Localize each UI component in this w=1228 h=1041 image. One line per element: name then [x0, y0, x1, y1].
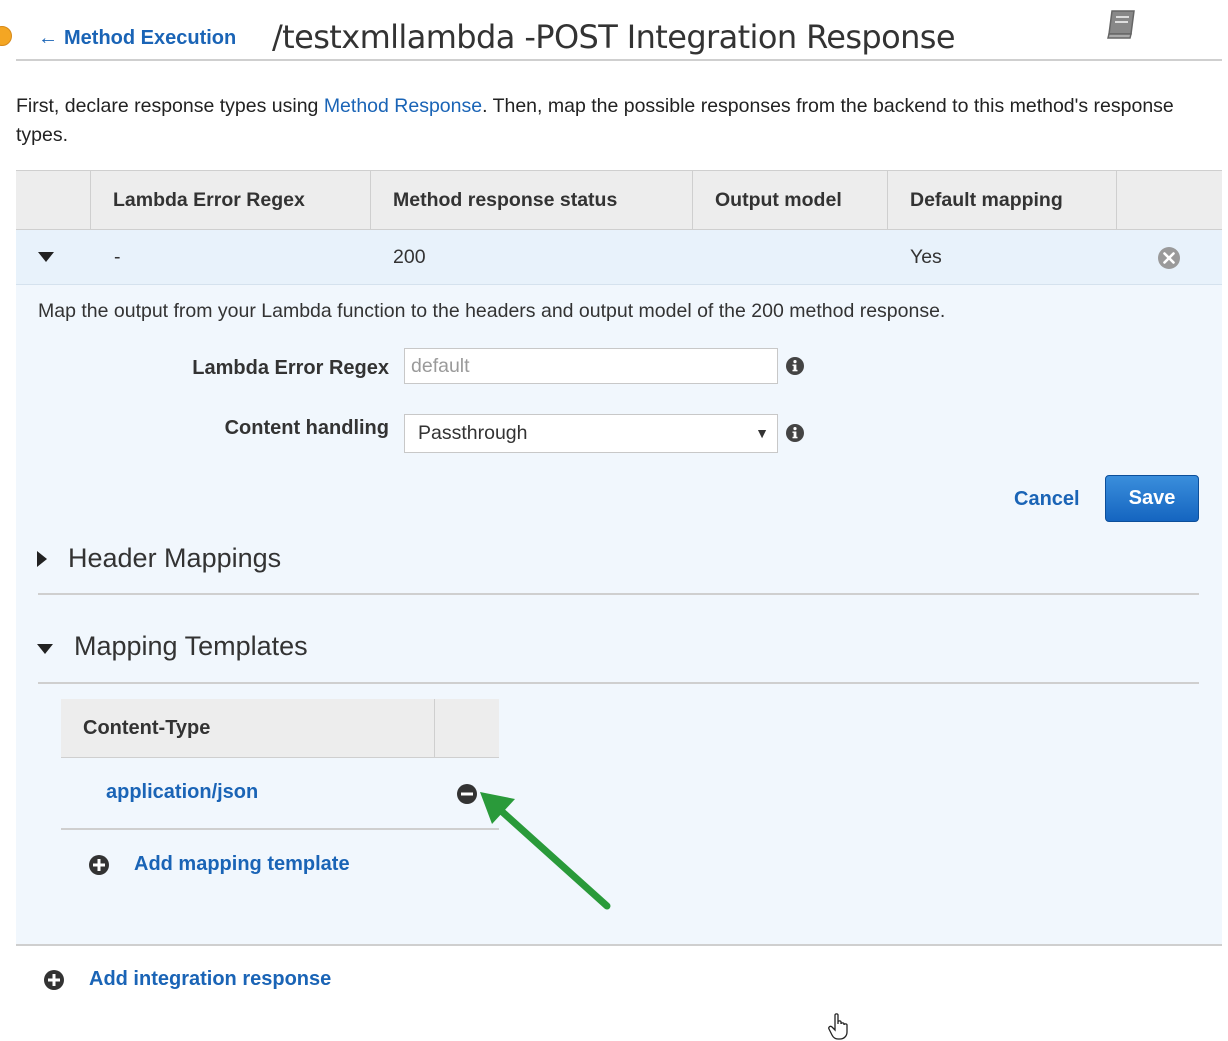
method-response-link[interactable]: Method Response: [324, 95, 482, 117]
info-icon[interactable]: [785, 423, 805, 443]
panel-description: Map the output from your Lambda function…: [38, 300, 946, 322]
column-header-output-model: Output model: [692, 171, 887, 229]
chevron-right-icon[interactable]: [37, 551, 47, 567]
add-integration-response-link[interactable]: Add integration response: [89, 968, 331, 991]
book-icon[interactable]: [1104, 8, 1138, 40]
page-title: /testxmllambda -POST Integration Respons…: [272, 18, 956, 56]
mapping-templates-toggle[interactable]: Mapping Templates: [74, 631, 308, 662]
plus-circle-icon[interactable]: [43, 969, 65, 991]
column-header-default-mapping: Default mapping: [887, 171, 1116, 229]
row-default-mapping: Yes: [910, 246, 942, 268]
content-type-table-header: Content-Type: [61, 699, 499, 758]
save-button[interactable]: Save: [1105, 475, 1199, 522]
column-header-method-response-status: Method response status: [370, 171, 692, 229]
content-handling-label: Content handling: [224, 417, 389, 439]
method-execution-back-link[interactable]: ← Method Execution: [38, 27, 236, 50]
responses-table-header: Lambda Error Regex Method response statu…: [16, 170, 1222, 230]
chevron-down-icon[interactable]: [37, 644, 53, 654]
lambda-error-regex-label: Lambda Error Regex: [192, 357, 389, 379]
hand-cursor-icon: [828, 1013, 848, 1040]
row-lambda-error-regex: -: [114, 246, 121, 268]
content-handling-select[interactable]: Passthrough ▼: [404, 414, 778, 453]
row-method-response-status: 200: [393, 246, 426, 268]
section-divider: [38, 593, 1199, 595]
arrow-left-icon: ←: [38, 27, 58, 49]
content-handling-value: Passthrough: [418, 422, 528, 444]
info-icon[interactable]: [785, 356, 805, 376]
add-mapping-template-link[interactable]: Add mapping template: [134, 853, 350, 876]
column-header-lambda-error-regex: Lambda Error Regex: [90, 171, 370, 229]
table-row[interactable]: - 200 Yes: [16, 230, 1222, 285]
status-dot: [0, 26, 12, 46]
lambda-error-regex-input[interactable]: [404, 348, 778, 384]
remove-circle-x-icon[interactable]: [1157, 246, 1181, 270]
column-header-content-type: Content-Type: [83, 717, 211, 739]
header-divider: [16, 59, 1222, 61]
intro-prefix: First, declare response types using: [16, 95, 324, 117]
column-header-actions: [1116, 171, 1222, 229]
dropdown-caret-icon: ▼: [755, 425, 769, 441]
section-divider: [38, 682, 1199, 684]
annotation-arrow-icon: [480, 792, 611, 910]
back-link-label: Method Execution: [64, 27, 237, 49]
intro-text: First, declare response types using Meth…: [16, 92, 1206, 150]
content-type-link[interactable]: application/json: [106, 781, 258, 804]
column-divider: [434, 699, 435, 757]
chevron-down-icon[interactable]: [38, 252, 54, 262]
cancel-button[interactable]: Cancel: [1006, 484, 1088, 515]
plus-circle-icon[interactable]: [88, 854, 110, 876]
row-divider: [61, 828, 499, 830]
header-mappings-toggle[interactable]: Header Mappings: [68, 543, 281, 574]
